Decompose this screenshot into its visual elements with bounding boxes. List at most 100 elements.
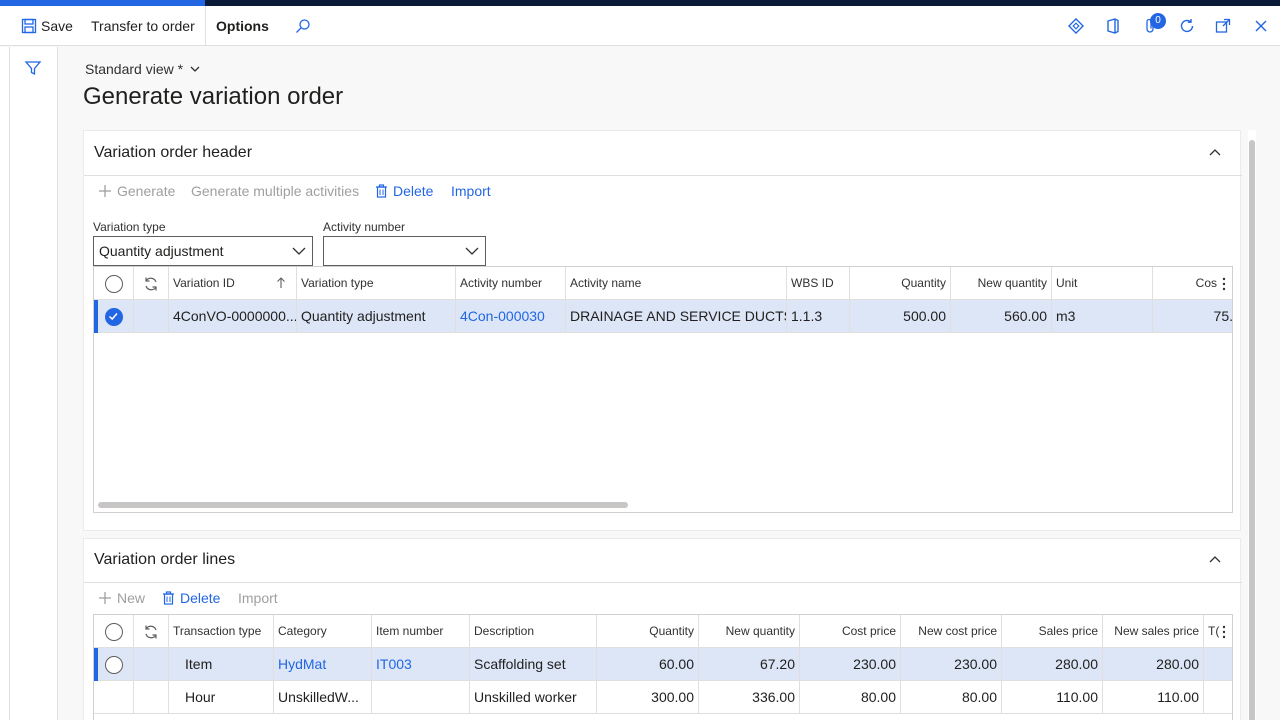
refresh-icon[interactable]: [143, 276, 159, 292]
table-row[interactable]: 4ConVO-0000000... Quantity adjustment 4C…: [94, 300, 1232, 333]
column-header-truncated[interactable]: T(: [1204, 615, 1232, 648]
cell-variation-id[interactable]: 4ConVO-0000000...: [169, 300, 297, 333]
diamond-icon[interactable]: [1067, 17, 1085, 35]
cell-new-sales-price[interactable]: 110.00: [1103, 681, 1204, 714]
cell-item-number-link[interactable]: IT003: [372, 648, 470, 681]
column-header-cost-price[interactable]: Cost price: [800, 615, 901, 648]
column-header-item-number[interactable]: Item number: [372, 615, 470, 648]
cell-wbs-id[interactable]: 1.1.3: [787, 300, 850, 333]
cell-category-link[interactable]: HydMat: [274, 648, 372, 681]
column-header-activity-name[interactable]: Activity name: [566, 267, 787, 300]
section-title[interactable]: Variation order lines: [94, 551, 235, 569]
column-header-label: Variation ID: [173, 276, 235, 290]
column-header-quantity[interactable]: Quantity: [597, 615, 699, 648]
activity-number-combobox[interactable]: [323, 236, 486, 266]
cell-sales-price[interactable]: 280.00: [1002, 648, 1103, 681]
new-line-button[interactable]: New: [98, 590, 145, 606]
vertical-scrollbar-thumb[interactable]: [1249, 140, 1255, 720]
cell-new-quantity[interactable]: 336.00: [699, 681, 800, 714]
cell-cost[interactable]: 75.: [1153, 300, 1232, 333]
cell-quantity[interactable]: 500.00: [850, 300, 951, 333]
cell-transaction-type[interactable]: Hour: [169, 681, 274, 714]
column-header-description[interactable]: Description: [470, 615, 597, 648]
select-all-radio[interactable]: [105, 623, 123, 641]
cell-activity-name[interactable]: DRAINAGE AND SERVICE DUCTS: [566, 300, 787, 333]
filter-pane: [10, 47, 58, 720]
column-header-quantity[interactable]: Quantity: [850, 267, 951, 300]
cell-activity-number-link[interactable]: 4Con-000030: [456, 300, 566, 333]
transfer-to-order-button[interactable]: Transfer to order: [91, 6, 195, 46]
chevron-up-icon[interactable]: [1208, 553, 1222, 567]
cell-truncated[interactable]: [1204, 681, 1232, 714]
row-select-cell[interactable]: [94, 681, 134, 714]
cell-new-sales-price[interactable]: 280.00: [1103, 648, 1204, 681]
cell-category[interactable]: UnskilledW...: [274, 681, 372, 714]
table-row[interactable]: Item HydMat IT003 Scaffolding set 60.00 …: [94, 648, 1232, 681]
cell-quantity[interactable]: 300.00: [597, 681, 699, 714]
search-icon[interactable]: [294, 17, 312, 35]
column-header-activity-number[interactable]: Activity number: [456, 267, 566, 300]
view-selector[interactable]: Standard view *: [85, 61, 201, 77]
refresh-icon[interactable]: [143, 624, 159, 640]
delete-button[interactable]: Delete: [375, 183, 433, 199]
column-header-cost[interactable]: Cos: [1153, 267, 1232, 300]
row-select-cell[interactable]: [94, 300, 134, 333]
refresh-cell[interactable]: [134, 267, 169, 300]
column-header-unit[interactable]: Unit: [1052, 267, 1153, 300]
import-button[interactable]: Import: [451, 183, 491, 199]
refresh-cell[interactable]: [134, 615, 169, 648]
save-button[interactable]: Save: [41, 6, 73, 46]
vertical-scrollbar[interactable]: [1248, 130, 1256, 720]
cell-description[interactable]: Scaffolding set: [470, 648, 597, 681]
cell-quantity[interactable]: 60.00: [597, 648, 699, 681]
cell-item-number[interactable]: [372, 681, 470, 714]
cell-new-quantity[interactable]: 560.00: [951, 300, 1052, 333]
cell-cost-price[interactable]: 80.00: [800, 681, 901, 714]
chevron-up-icon[interactable]: [1208, 146, 1222, 160]
cell-new-quantity[interactable]: 67.20: [699, 648, 800, 681]
delete-line-button[interactable]: Delete: [162, 590, 220, 606]
column-header-category[interactable]: Category: [274, 615, 372, 648]
cell-unit[interactable]: m3: [1052, 300, 1153, 333]
select-all-cell[interactable]: [94, 267, 134, 300]
cell-truncated[interactable]: [1204, 648, 1232, 681]
column-header-sales-price[interactable]: Sales price: [1002, 615, 1103, 648]
import-line-button[interactable]: Import: [238, 590, 278, 606]
cell-cost-price[interactable]: 230.00: [800, 648, 901, 681]
column-header-new-quantity[interactable]: New quantity: [699, 615, 800, 648]
filter-icon[interactable]: [24, 59, 42, 77]
row-select-radio[interactable]: [105, 656, 123, 674]
office-icon[interactable]: [1104, 17, 1122, 35]
open-new-window-icon[interactable]: [1214, 17, 1232, 35]
options-tab[interactable]: Options: [216, 6, 269, 46]
column-header-transaction-type[interactable]: Transaction type: [169, 615, 274, 648]
column-header-variation-type[interactable]: Variation type: [297, 267, 456, 300]
column-header-wbs-id[interactable]: WBS ID: [787, 267, 850, 300]
more-options-icon[interactable]: [1222, 277, 1226, 291]
column-header-new-quantity[interactable]: New quantity: [951, 267, 1052, 300]
more-options-icon[interactable]: [1222, 625, 1226, 639]
column-header-new-sales-price[interactable]: New sales price: [1103, 615, 1204, 648]
variation-order-header-grid: Variation ID Variation type Activity num…: [93, 266, 1233, 513]
variation-type-label: Variation type: [93, 220, 166, 234]
cell-variation-type[interactable]: Quantity adjustment: [297, 300, 456, 333]
column-header-new-cost-price[interactable]: New cost price: [901, 615, 1002, 648]
refresh-icon[interactable]: [1178, 17, 1196, 35]
generate-button[interactable]: Generate: [98, 183, 175, 199]
select-all-cell[interactable]: [94, 615, 134, 648]
table-row[interactable]: Hour UnskilledW... Unskilled worker 300.…: [94, 681, 1232, 714]
cell-sales-price[interactable]: 110.00: [1002, 681, 1103, 714]
generate-multiple-activities-button[interactable]: Generate multiple activities: [191, 183, 359, 199]
cell-description[interactable]: Unskilled worker: [470, 681, 597, 714]
close-icon[interactable]: [1252, 17, 1270, 35]
cell-new-cost-price[interactable]: 230.00: [901, 648, 1002, 681]
cell-new-cost-price[interactable]: 80.00: [901, 681, 1002, 714]
section-title[interactable]: Variation order header: [94, 144, 252, 162]
variation-type-combobox[interactable]: Quantity adjustment: [93, 236, 313, 266]
cell-transaction-type[interactable]: Item: [169, 648, 274, 681]
generate-button-label: Generate: [117, 183, 176, 199]
select-all-radio[interactable]: [105, 275, 123, 293]
row-select-checkbox[interactable]: [105, 308, 123, 326]
horizontal-scrollbar[interactable]: [98, 502, 628, 508]
row-select-cell[interactable]: [94, 648, 134, 681]
